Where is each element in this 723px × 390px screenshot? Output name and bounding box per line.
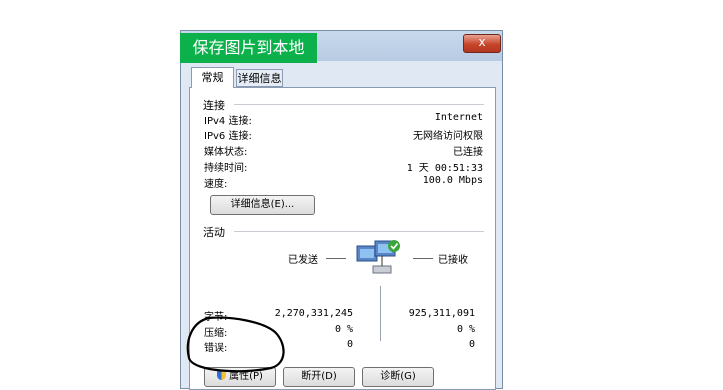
connection-group-title: 连接 xyxy=(203,99,225,112)
ipv6-label: IPv6 连接: xyxy=(204,131,252,142)
ipv4-label: IPv4 连接: xyxy=(204,116,252,127)
speed-label: 速度: xyxy=(204,179,228,190)
ipv6-value: 无网络访问权限 xyxy=(413,131,483,142)
details-button[interactable]: 详细信息(E)... xyxy=(210,195,315,215)
disable-button[interactable]: 断开(D) xyxy=(283,367,355,387)
tab-details[interactable]: 详细信息 xyxy=(236,69,283,87)
diagnose-button[interactable]: 诊断(G) xyxy=(362,367,434,387)
bytes-received-value: 925,311,091 xyxy=(408,308,475,319)
errors-received-value: 0 xyxy=(468,339,475,350)
compression-received-value: 0 % xyxy=(456,324,475,335)
activity-group-title: 活动 xyxy=(203,226,225,239)
close-button[interactable]: x xyxy=(463,34,501,53)
media-state-value: 已连接 xyxy=(453,147,483,158)
ipv4-value: Internet xyxy=(434,112,483,123)
received-label: 已接收 xyxy=(438,255,468,266)
sent-label: 已发送 xyxy=(288,255,318,266)
activity-divider xyxy=(234,231,484,232)
hand-drawn-annotation-loop xyxy=(186,316,285,373)
activity-vertical-divider xyxy=(380,286,381,341)
connection-divider xyxy=(234,104,484,105)
network-computers-icon xyxy=(353,238,409,282)
speed-value: 100.0 Mbps xyxy=(422,175,483,186)
save-image-banner[interactable]: 保存图片到本地 xyxy=(180,33,317,63)
tab-general[interactable]: 常规 xyxy=(191,67,234,88)
duration-value: 1 天 00:51:33 xyxy=(406,163,483,174)
media-state-label: 媒体状态: xyxy=(204,147,248,158)
duration-label: 持续时间: xyxy=(204,163,248,174)
received-connector xyxy=(413,258,433,259)
sent-connector xyxy=(326,258,346,259)
